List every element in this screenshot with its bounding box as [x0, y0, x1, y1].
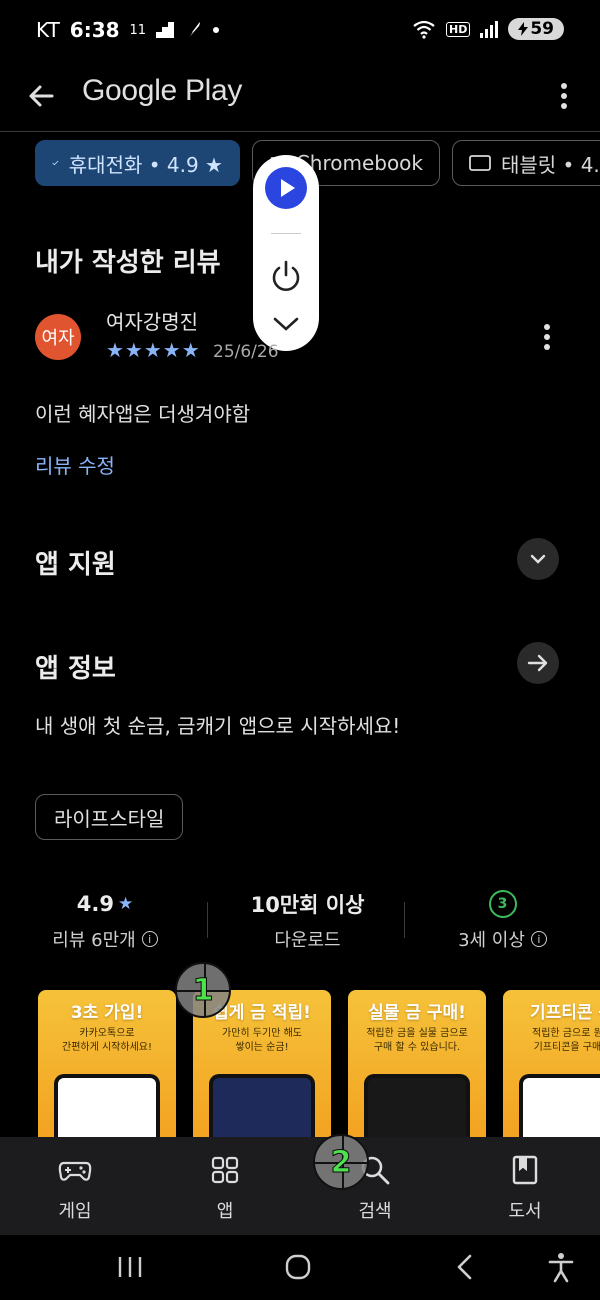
downloads-label: 다운로드	[274, 930, 341, 951]
screenshot-headline: 3초 가입!	[70, 1003, 144, 1023]
screenshot-headline: 실물 금 구매!	[368, 1003, 466, 1023]
play-icon	[281, 179, 295, 197]
arrow-right-icon	[527, 654, 548, 672]
nav-books[interactable]: 도서	[450, 1137, 600, 1235]
app-description: 내 생애 첫 순금, 금캐기 앱으로 시작하세요!	[35, 714, 401, 738]
touch-marker: 2	[313, 1134, 369, 1190]
top-app-bar: Google Play	[0, 62, 600, 132]
feather-icon	[186, 22, 201, 40]
chevron-down-icon[interactable]	[272, 315, 300, 333]
star-icon: ★	[117, 894, 134, 914]
wifi-icon	[413, 20, 435, 39]
signal-icon	[480, 21, 499, 38]
staircase-icon	[156, 22, 175, 38]
screenshot-card[interactable]: 기프티콘 구 적립한 금으로 원하 기프티콘을 구매하	[503, 990, 600, 1150]
screenshot-caption: 카카오톡으로 간편하게 시작하세요!	[62, 1028, 152, 1053]
category-tag[interactable]: 라이프스타일	[35, 794, 184, 840]
age-rating-label: 3세 이상	[458, 930, 525, 951]
back-arrow-icon[interactable]	[22, 76, 62, 116]
dot-icon	[213, 27, 220, 33]
screenshot-headline: 기프티콘 구	[529, 1003, 600, 1023]
age-rating-badge: 3	[488, 890, 517, 918]
edit-review-link[interactable]: 리뷰 수정	[35, 450, 115, 479]
touch-marker: 1	[175, 962, 231, 1018]
review-more-options-icon[interactable]	[540, 322, 554, 352]
screenshot-caption: 가만히 두기만 해도 쌓이는 순금!	[222, 1028, 302, 1053]
screenshot-card[interactable]: 3초 가입! 카카오톡으로 간편하게 시작하세요!	[38, 990, 176, 1150]
status-bar: KT 6:38 11 HD 59	[0, 0, 600, 62]
app-info-open-button[interactable]	[517, 642, 559, 684]
chevron-down-icon	[530, 554, 546, 564]
info-icon: i	[530, 931, 547, 947]
nav-games[interactable]: 게임	[0, 1137, 150, 1235]
review-star-rating: ★★★★★	[106, 338, 201, 362]
downloads-stat: 10만회 이상 다운로드	[210, 888, 405, 952]
chip-tablet-label: 태블릿 • 4.9	[501, 152, 600, 177]
nav-apps-label: 앱	[216, 1201, 234, 1222]
app-support-heading[interactable]: 앱 지원	[35, 544, 116, 581]
clock-time: 6:38	[69, 18, 120, 42]
nav-search-label: 검색	[358, 1201, 392, 1222]
home-icon[interactable]	[280, 1251, 316, 1283]
reviewer-name: 여자강명진	[106, 310, 198, 334]
chip-phone-label: 휴대전화 • 4.9 ★	[68, 152, 223, 177]
hd-voice-icon: HD	[445, 21, 471, 37]
avatar: 여자	[35, 314, 81, 360]
nav-apps[interactable]: 앱	[150, 1137, 300, 1235]
review-date: 25/6/26	[213, 342, 279, 362]
battery-indicator: 59	[508, 18, 564, 40]
carrier-label: KT	[36, 18, 60, 42]
play-button[interactable]	[265, 167, 307, 209]
chip-tablet[interactable]: 태블릿 • 4.9	[452, 140, 600, 186]
app-info-heading[interactable]: 앱 정보	[35, 648, 116, 685]
power-icon[interactable]	[269, 259, 303, 293]
nav-books-label: 도서	[508, 1201, 542, 1222]
stat-divider	[207, 902, 208, 938]
nav-games-label: 게임	[58, 1201, 92, 1222]
battery-level: 59	[530, 19, 554, 39]
book-icon	[512, 1155, 538, 1185]
system-back-icon[interactable]	[448, 1251, 484, 1283]
checkmark-icon	[52, 160, 59, 166]
rating-value: 4.9	[76, 892, 114, 916]
chip-phone[interactable]: 휴대전화 • 4.9 ★	[35, 140, 240, 186]
review-text: 이런 혜자앱은 더생겨야함	[35, 402, 251, 426]
age-rating-stat[interactable]: 3 3세 이상 i	[405, 888, 600, 952]
marker-number: 2	[330, 1144, 352, 1180]
gamepad-icon	[58, 1161, 92, 1181]
info-icon: i	[141, 931, 158, 947]
system-navigation-bar	[0, 1235, 600, 1300]
screenshot-card[interactable]: 실물 금 구매! 적립한 금을 실물 금으로 구매 할 수 있습니다.	[348, 990, 486, 1150]
status-right: HD 59	[412, 18, 564, 40]
my-review-heading: 내가 작성한 리뷰	[35, 248, 221, 278]
floating-control-overlay	[253, 155, 319, 351]
recent-apps-icon[interactable]	[112, 1251, 148, 1283]
more-options-icon[interactable]	[552, 76, 576, 116]
downloads-value: 10만회 이상	[250, 893, 365, 917]
charging-bolt-icon	[518, 22, 529, 36]
status-left: KT 6:38 11	[36, 18, 220, 42]
app-support-expand-button[interactable]	[517, 538, 559, 580]
reviews-count: 리뷰 6만개	[52, 930, 136, 951]
app-bar-title: Google Play	[82, 74, 243, 107]
marker-number: 1	[192, 972, 214, 1008]
screenshot-caption: 적립한 금으로 원하 기프티콘을 구매하	[532, 1028, 600, 1053]
play-store-app-page: KT 6:38 11 HD 59 Google Play 휴대전화 • 4.9 …	[0, 0, 600, 1300]
tablet-icon	[469, 155, 491, 171]
bottom-navigation: 게임 앱 검색 도서	[0, 1137, 600, 1235]
overlay-divider	[271, 233, 301, 234]
accessibility-icon[interactable]	[543, 1251, 579, 1283]
notification-count: 11	[129, 22, 147, 38]
screenshot-caption: 적립한 금을 실물 금으로 구매 할 수 있습니다.	[366, 1028, 468, 1053]
apps-grid-icon	[211, 1156, 239, 1184]
rating-stat[interactable]: 4.9 ★ 리뷰 6만개 i	[10, 888, 200, 952]
